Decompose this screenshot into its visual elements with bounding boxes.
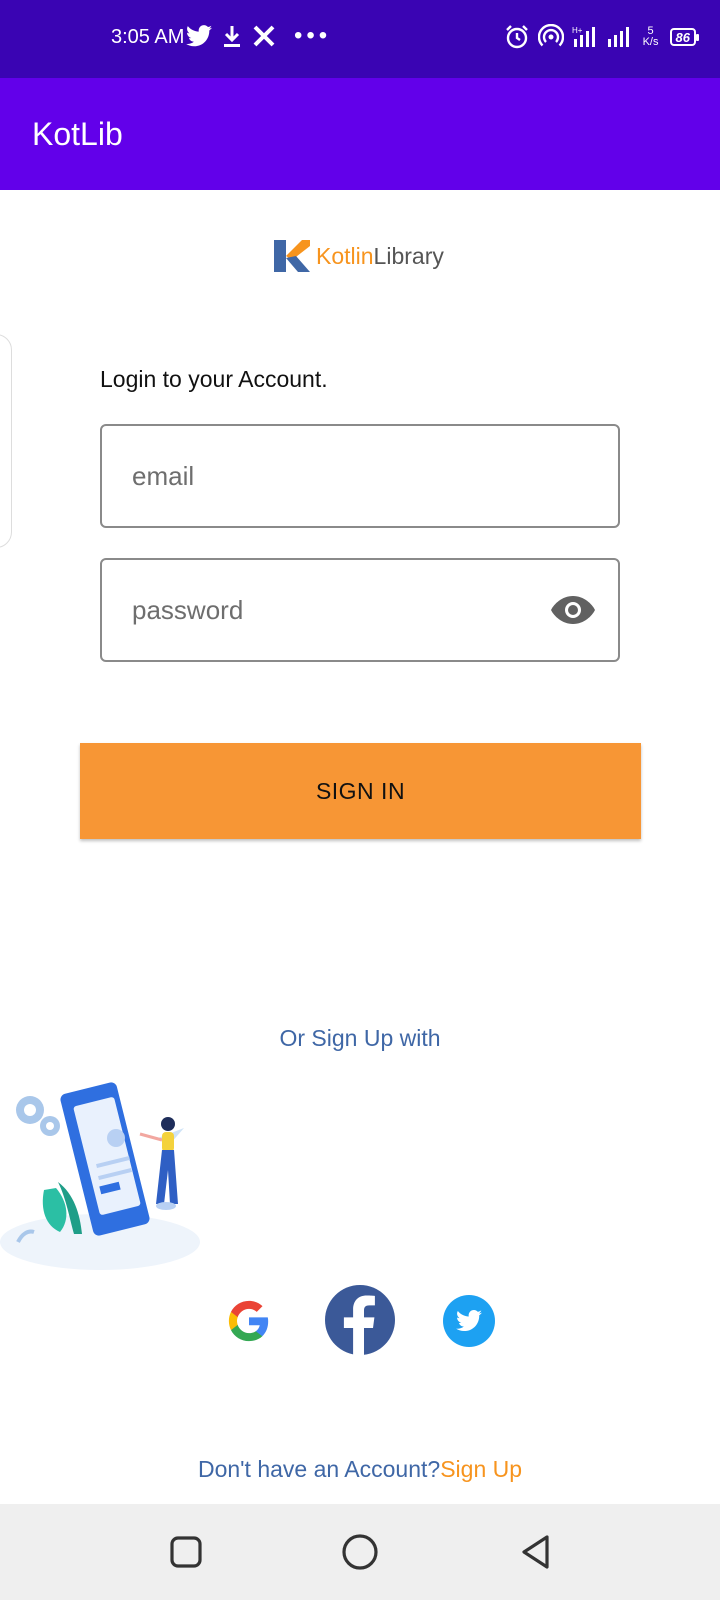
status-right-icons: H+ 5 K/s 86 xyxy=(504,24,700,50)
back-icon[interactable] xyxy=(516,1532,556,1572)
password-field[interactable] xyxy=(132,560,552,660)
twitter-icon[interactable] xyxy=(443,1295,495,1347)
network-speed-unit: K/s xyxy=(642,36,659,48)
password-field-container xyxy=(100,558,620,662)
login-illustration xyxy=(0,1070,205,1270)
show-password-icon[interactable] xyxy=(550,590,596,630)
login-heading: Login to your Account. xyxy=(100,366,328,392)
home-icon[interactable] xyxy=(340,1532,380,1572)
status-left-icons: ••• xyxy=(186,24,331,48)
app-bar: KotLib xyxy=(0,78,720,190)
email-field-container xyxy=(100,424,620,528)
logo-text-kotlin: Kotlin xyxy=(316,242,374,269)
status-bar: 3:05 AM ••• H+ 5 K/s 86 xyxy=(0,0,720,78)
download-icon xyxy=(222,24,242,48)
signup-prompt-text: Don't have an Account? xyxy=(197,1456,441,1482)
app-title: KotLib xyxy=(32,116,123,152)
sign-up-link[interactable]: Sign Up xyxy=(440,1456,522,1482)
kotlin-library-logo: KotlinLibrary xyxy=(272,236,444,276)
email-field[interactable] xyxy=(132,426,552,526)
alarm-icon xyxy=(504,24,530,50)
status-time: 3:05 AM xyxy=(111,26,185,48)
social-buttons-row xyxy=(0,1284,720,1358)
hotspot-icon xyxy=(537,24,564,50)
signal-icon xyxy=(606,25,632,49)
signup-prompt-line: Don't have an Account?Sign Up xyxy=(0,1456,720,1483)
battery-level: 86 xyxy=(675,29,690,45)
facebook-icon[interactable] xyxy=(324,1284,396,1356)
x-icon xyxy=(252,25,276,47)
svg-text:H+: H+ xyxy=(572,26,583,35)
floating-side-panel[interactable] xyxy=(0,334,12,548)
social-signup-heading: Or Sign Up with xyxy=(279,1025,441,1051)
recents-icon[interactable] xyxy=(166,1532,206,1572)
google-icon[interactable] xyxy=(226,1298,272,1344)
logo-text: KotlinLibrary xyxy=(316,243,444,270)
system-nav-bar xyxy=(0,1504,720,1600)
sign-in-button[interactable]: SIGN IN xyxy=(80,743,641,839)
battery-icon: 86 xyxy=(669,28,700,46)
kotlin-k-logo-icon xyxy=(274,240,310,272)
more-dots-icon: ••• xyxy=(294,22,332,49)
gear-icon xyxy=(16,1096,60,1136)
network-speed: 5 K/s xyxy=(640,26,662,48)
logo-text-library: Library xyxy=(373,242,444,269)
signal-icon: H+ xyxy=(572,25,598,49)
twitter-icon xyxy=(186,25,212,47)
